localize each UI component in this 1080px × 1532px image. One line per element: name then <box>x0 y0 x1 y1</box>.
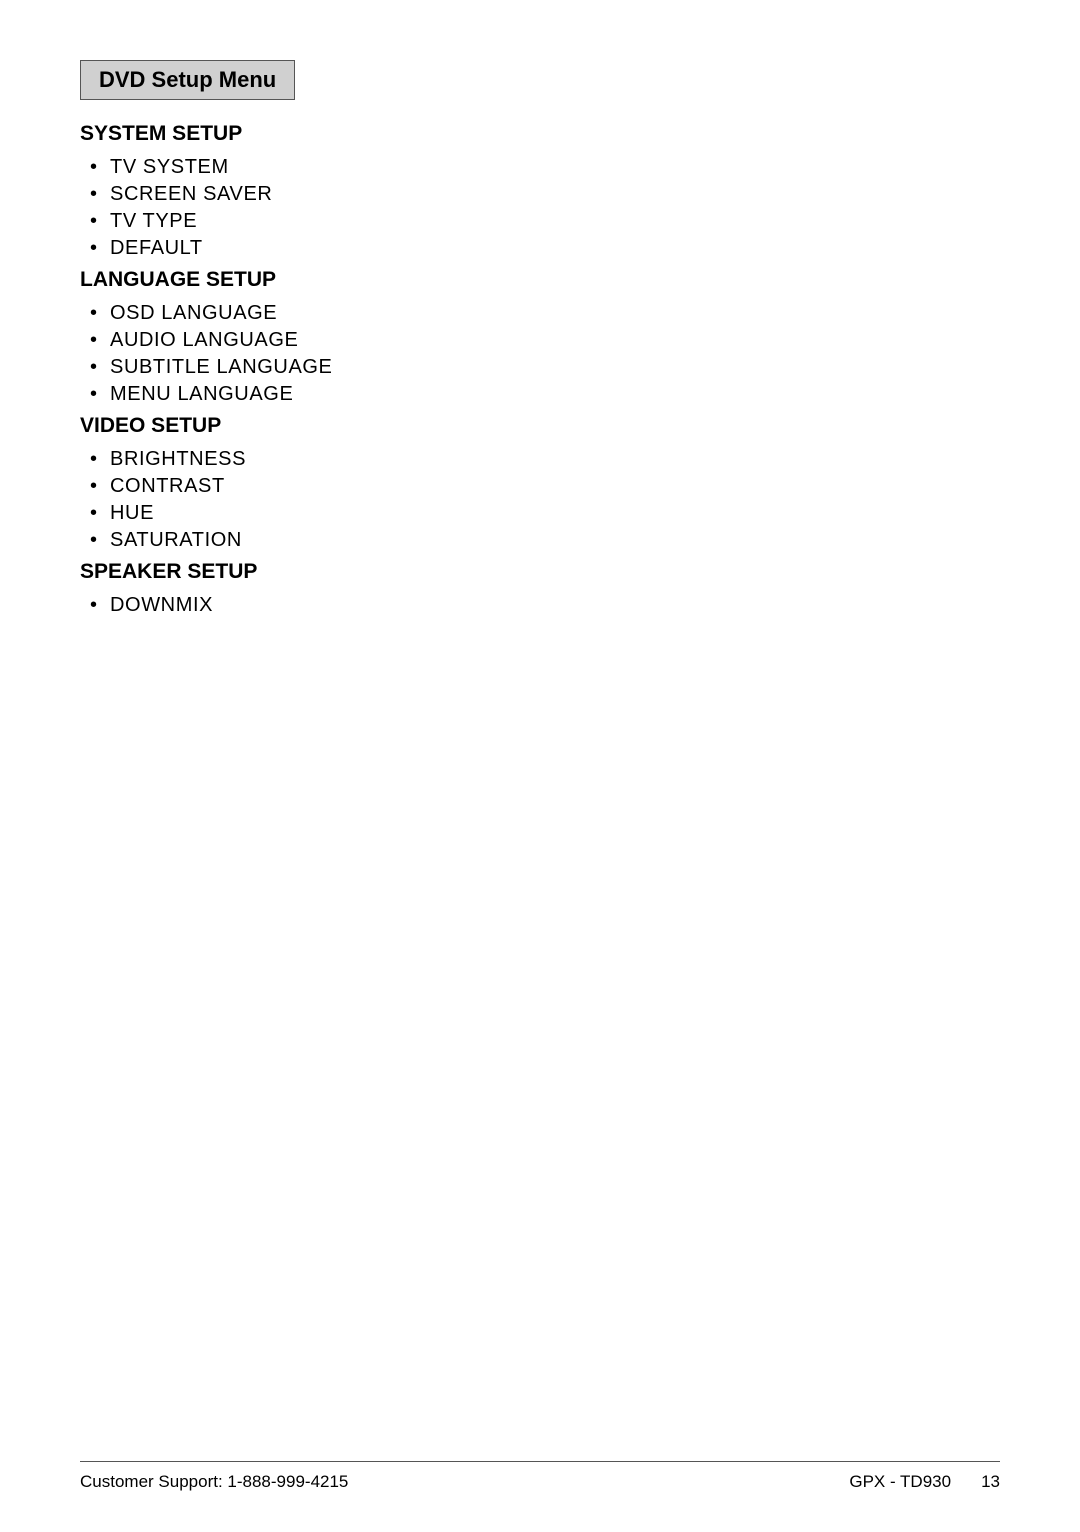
list-item: DOWNMIX <box>80 592 820 619</box>
system-setup-heading: SYSTEM SETUP <box>80 122 820 146</box>
speaker-setup-list: DOWNMIX <box>80 592 820 619</box>
list-item: HUE <box>80 500 820 527</box>
speaker-setup-heading: SPEAKER SETUP <box>80 560 820 584</box>
list-item: DEFAULT <box>80 235 820 262</box>
video-setup-list: BRIGHTNESS CONTRAST HUE SATURATION <box>80 446 820 554</box>
list-item: CONTRAST <box>80 473 820 500</box>
page-number: 13 <box>981 1472 1000 1492</box>
system-setup-list: TV SYSTEM SCREEN SAVER TV TYPE DEFAULT <box>80 154 820 262</box>
dvd-setup-title: DVD Setup Menu <box>80 60 295 100</box>
list-item: AUDIO LANGUAGE <box>80 327 820 354</box>
language-setup-heading: LANGUAGE SETUP <box>80 268 820 292</box>
section-speaker-setup: SPEAKER SETUP DOWNMIX <box>80 560 820 619</box>
video-setup-heading: VIDEO SETUP <box>80 414 820 438</box>
list-item: TV TYPE <box>80 208 820 235</box>
section-system-setup: SYSTEM SETUP TV SYSTEM SCREEN SAVER TV T… <box>80 122 820 262</box>
page-footer: Customer Support: 1-888-999-4215 GPX - T… <box>80 1461 1000 1492</box>
section-video-setup: VIDEO SETUP BRIGHTNESS CONTRAST HUE SATU… <box>80 414 820 554</box>
page-content: DVD Setup Menu SYSTEM SETUP TV SYSTEM SC… <box>0 0 900 685</box>
language-setup-list: OSD LANGUAGE AUDIO LANGUAGE SUBTITLE LAN… <box>80 300 820 408</box>
model-text: GPX - TD930 <box>849 1472 951 1492</box>
list-item: TV SYSTEM <box>80 154 820 181</box>
list-item: SCREEN SAVER <box>80 181 820 208</box>
footer-right: GPX - TD930 13 <box>849 1472 1000 1492</box>
section-language-setup: LANGUAGE SETUP OSD LANGUAGE AUDIO LANGUA… <box>80 268 820 408</box>
list-item: OSD LANGUAGE <box>80 300 820 327</box>
list-item: SATURATION <box>80 527 820 554</box>
list-item: SUBTITLE LANGUAGE <box>80 354 820 381</box>
list-item: MENU LANGUAGE <box>80 381 820 408</box>
list-item: BRIGHTNESS <box>80 446 820 473</box>
customer-support-text: Customer Support: 1-888-999-4215 <box>80 1472 348 1492</box>
